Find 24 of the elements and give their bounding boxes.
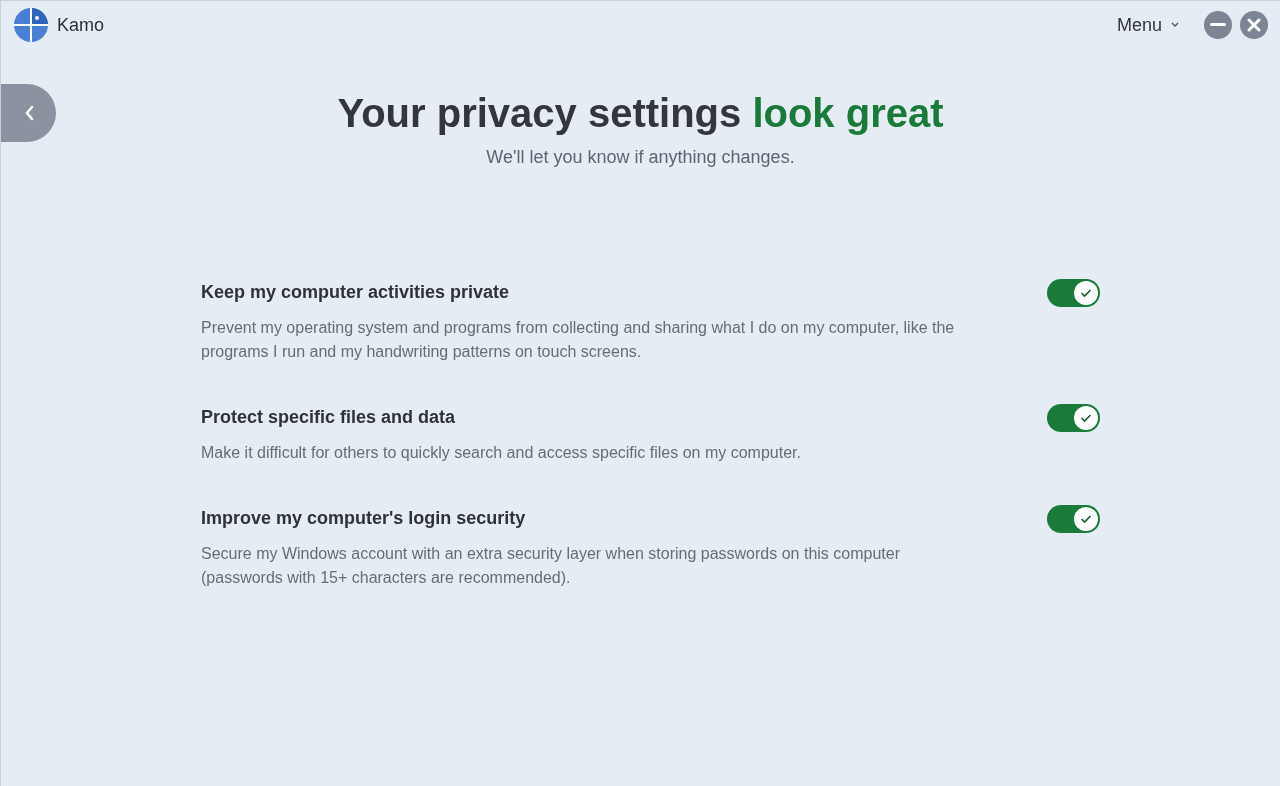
app-logo-icon	[13, 7, 49, 43]
check-icon	[1080, 413, 1092, 423]
back-button[interactable]	[1, 84, 56, 142]
toggle-switch[interactable]	[1047, 279, 1100, 307]
check-icon	[1080, 288, 1092, 298]
minus-icon	[1210, 23, 1226, 27]
menu-button[interactable]: Menu	[1116, 11, 1180, 39]
setting-title: Improve my computer's login security	[201, 507, 527, 530]
chevron-down-icon	[1170, 21, 1180, 29]
minimize-button[interactable]	[1204, 11, 1232, 39]
setting-title: Protect specific files and data	[201, 406, 457, 429]
toggle-switch[interactable]	[1047, 404, 1100, 432]
setting-description: Prevent my operating system and programs from collecting and sharing what I do on my computer, like the programs I run and my handwriting patterns on touch screens.	[201, 318, 956, 362]
setting-description: Secure my Windows account with an extra security layer when storing passwords on this computer (passwords with 15+ characters are recommended).	[201, 544, 901, 588]
close-button[interactable]	[1240, 11, 1268, 39]
headline: Your privacy settings look great	[336, 90, 945, 137]
subtitle: We'll let you know if anything changes.	[485, 146, 796, 169]
setting-description: Make it difficult for others to quickly search and access specific files on my computer.	[201, 443, 801, 463]
toggle-switch[interactable]	[1047, 505, 1100, 533]
app-name: Kamo	[57, 13, 105, 37]
check-icon	[1080, 514, 1092, 524]
setting-title: Keep my computer activities private	[201, 281, 511, 304]
close-icon	[1247, 18, 1261, 32]
chevron-left-icon	[23, 105, 34, 121]
